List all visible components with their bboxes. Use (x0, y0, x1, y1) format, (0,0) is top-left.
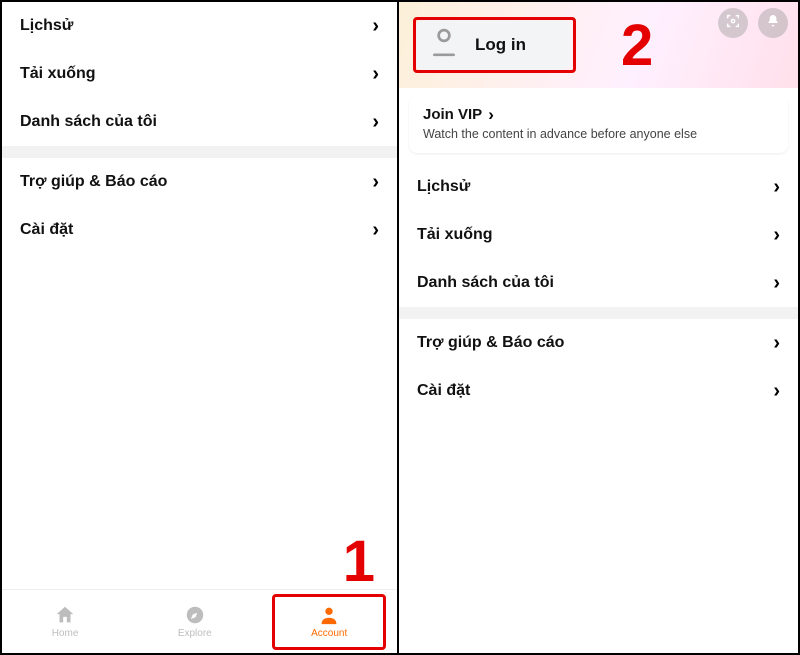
menu-item-help[interactable]: Trợ giúp & Báo cáo › (2, 158, 397, 206)
vip-subtitle: Watch the content in advance before anyo… (423, 127, 774, 141)
chevron-right-icon: › (773, 273, 780, 293)
menu-label: Tải xuống (417, 226, 493, 244)
compass-icon (184, 604, 206, 626)
menu-group-1: Lịchsử › Tải xuống › Danh sách của tôi › (2, 2, 397, 146)
menu-label: Cài đặt (20, 221, 73, 239)
panel-step-1: Lịchsử › Tải xuống › Danh sách của tôi ›… (2, 2, 399, 653)
account-header: Log in (399, 2, 798, 88)
menu-item-downloads[interactable]: Tải xuống › (2, 50, 397, 98)
menu-label: Lịchsử (20, 17, 73, 35)
menu-group-2: Trợ giúp & Báo cáo › Cài đặt › (399, 319, 798, 415)
menu-group-2: Trợ giúp & Báo cáo › Cài đặt › (2, 158, 397, 254)
nav-explore[interactable]: Explore (168, 600, 222, 643)
section-divider (399, 307, 798, 319)
nav-label: Home (52, 628, 79, 639)
tutorial-container: Lịchsử › Tải xuống › Danh sách của tôi ›… (0, 0, 800, 655)
vip-card[interactable]: Join VIP › Watch the content in advance … (409, 96, 788, 153)
chevron-right-icon: › (372, 220, 379, 240)
bell-icon (765, 13, 781, 34)
annotation-number-1: 1 (343, 528, 375, 595)
chevron-right-icon: › (372, 172, 379, 192)
section-divider (2, 146, 397, 158)
menu-group-1: Lịchsử › Tải xuống › Danh sách của tôi › (399, 163, 798, 307)
chevron-right-icon: › (372, 16, 379, 36)
chevron-right-icon: › (488, 106, 494, 123)
chevron-right-icon: › (372, 64, 379, 84)
menu-label: Lịchsử (417, 178, 470, 196)
login-label: Log in (475, 35, 526, 55)
chevron-right-icon: › (773, 381, 780, 401)
scan-button[interactable] (718, 8, 748, 38)
menu-item-downloads[interactable]: Tải xuống › (399, 211, 798, 259)
menu-item-history[interactable]: Lịchsử › (399, 163, 798, 211)
header-actions (718, 8, 788, 38)
bottom-nav: Home Explore Account (2, 589, 397, 653)
menu-label: Tải xuống (20, 65, 96, 83)
home-icon (54, 604, 76, 626)
panel-step-2: Log in Join VIP › Watch the content in a… (399, 2, 798, 653)
notifications-button[interactable] (758, 8, 788, 38)
chevron-right-icon: › (773, 225, 780, 245)
nav-label: Explore (178, 628, 212, 639)
menu-label: Trợ giúp & Báo cáo (417, 334, 564, 352)
menu-label: Danh sách của tôi (417, 274, 554, 292)
menu-label: Trợ giúp & Báo cáo (20, 173, 167, 191)
chevron-right-icon: › (372, 112, 379, 132)
nav-label: Account (311, 628, 347, 639)
vip-title-row[interactable]: Join VIP › (423, 106, 774, 123)
menu-item-history[interactable]: Lịchsử › (2, 2, 397, 50)
menu-item-settings[interactable]: Cài đặt › (399, 367, 798, 415)
vip-title: Join VIP (423, 106, 482, 123)
menu-label: Cài đặt (417, 382, 470, 400)
nav-home[interactable]: Home (42, 600, 89, 643)
menu-label: Danh sách của tôi (20, 113, 157, 131)
menu-item-my-list[interactable]: Danh sách của tôi › (2, 98, 397, 146)
account-icon (318, 604, 340, 626)
chevron-right-icon: › (773, 333, 780, 353)
menu-item-my-list[interactable]: Danh sách của tôi › (399, 259, 798, 307)
scan-icon (725, 13, 741, 34)
profile-icon (431, 28, 457, 63)
menu-item-help[interactable]: Trợ giúp & Báo cáo › (399, 319, 798, 367)
login-button[interactable]: Log in (415, 20, 570, 70)
menu-item-settings[interactable]: Cài đặt › (2, 206, 397, 254)
chevron-right-icon: › (773, 177, 780, 197)
nav-account[interactable]: Account (301, 600, 357, 643)
